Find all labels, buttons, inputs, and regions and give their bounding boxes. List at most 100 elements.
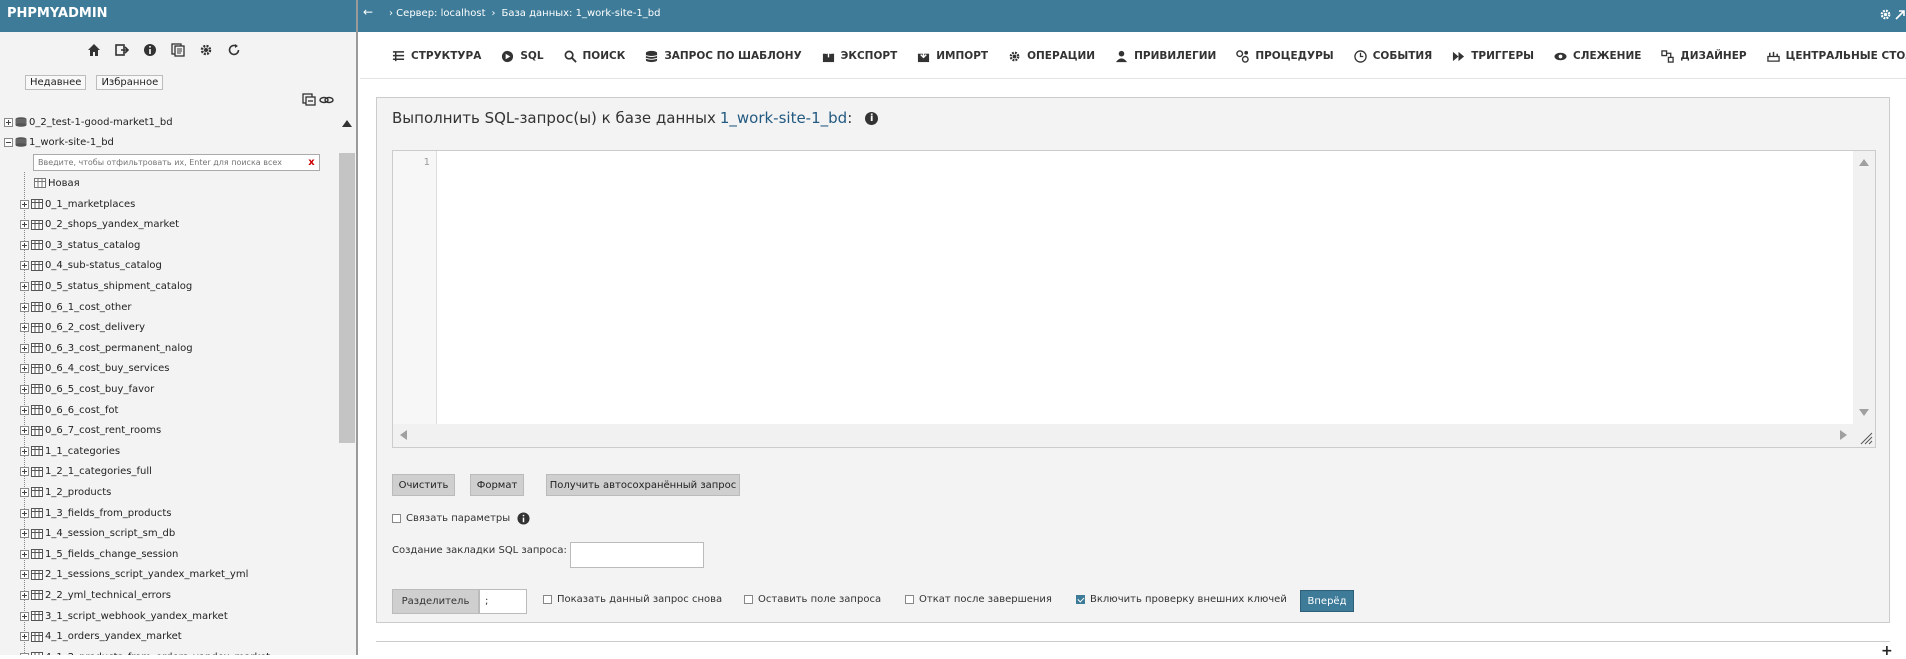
database-item[interactable]: 1_work-site-1_bd	[4, 133, 114, 151]
logout-icon[interactable]	[114, 42, 129, 57]
back-arrow-icon[interactable]: ←	[363, 5, 373, 19]
checkbox-box[interactable]	[543, 595, 552, 604]
scroll-down-icon[interactable]	[1859, 409, 1869, 416]
breadcrumb-server[interactable]: › Сервер: localhost	[389, 8, 486, 19]
scroll-up-icon[interactable]	[342, 120, 352, 127]
scroll-up-icon[interactable]	[1859, 159, 1869, 166]
bookmark-input[interactable]	[570, 542, 704, 568]
reload-icon[interactable]	[226, 42, 241, 57]
table-item[interactable]: 1_4_session_script_sm_db	[20, 525, 175, 543]
link-with-main-icon[interactable]	[319, 93, 334, 106]
logo[interactable]: PHPMYADMIN	[7, 6, 108, 21]
scroll-right-icon[interactable]	[1840, 430, 1847, 440]
show-query-again-checkbox[interactable]: Показать данный запрос снова	[543, 594, 722, 605]
table-item[interactable]: 0_6_5_cost_buy_favor	[20, 380, 154, 398]
expand-icon[interactable]	[20, 240, 29, 250]
expand-icon[interactable]	[20, 632, 29, 642]
bind-params-checkbox[interactable]: Связать параметры	[392, 512, 530, 525]
expand-icon[interactable]	[20, 220, 29, 230]
database-item[interactable]: 0_2_test-1-good-market1_bd	[4, 113, 173, 131]
get-autosaved-query-button[interactable]: Получить автосохранённый запрос	[546, 474, 740, 496]
collapse-topbar-icon[interactable]	[1894, 8, 1906, 21]
sql-editor[interactable]: 1	[392, 150, 1876, 448]
tab-routines[interactable]: ПРОЦЕДУРЫ	[1236, 49, 1334, 63]
breadcrumb-database[interactable]: База данных: 1_work-site-1_bd	[502, 8, 661, 19]
tab-operations[interactable]: ОПЕРАЦИИ	[1008, 50, 1095, 63]
rollback-checkbox[interactable]: Откат после завершения	[905, 594, 1052, 605]
expand-icon[interactable]	[20, 261, 29, 271]
clear-button[interactable]: Очистить	[392, 474, 455, 496]
expand-icon[interactable]	[20, 199, 29, 209]
tab-query[interactable]: ЗАПРОС ПО ШАБЛОНУ	[645, 50, 802, 63]
table-item[interactable]: 0_6_1_cost_other	[20, 298, 131, 316]
info-icon[interactable]	[142, 42, 157, 57]
table-item[interactable]: 1_2_1_categories_full	[20, 463, 152, 481]
table-item[interactable]: 0_5_status_shipment_catalog	[20, 277, 192, 295]
format-button[interactable]: Формат	[470, 474, 524, 496]
table-item[interactable]: 1_1_categories	[20, 442, 120, 460]
expand-icon[interactable]	[20, 343, 29, 353]
editor-vertical-scrollbar[interactable]	[1853, 151, 1875, 424]
tab-tracking[interactable]: СЛЕЖЕНИЕ	[1554, 50, 1641, 63]
table-item[interactable]: 0_3_status_catalog	[20, 236, 140, 254]
tab-import[interactable]: ИМПОРТ	[917, 50, 988, 63]
expand-icon[interactable]	[20, 570, 29, 580]
favorites-button[interactable]: Избранное	[96, 75, 164, 90]
expand-icon[interactable]	[20, 487, 29, 497]
table-item[interactable]: 0_6_7_cost_rent_rooms	[20, 422, 161, 440]
info-icon[interactable]: i	[865, 111, 879, 125]
table-item[interactable]: 0_6_4_cost_buy_services	[20, 360, 169, 378]
settings-icon[interactable]	[198, 42, 213, 57]
collapse-all-icon[interactable]	[302, 93, 316, 106]
table-item[interactable]: 4_1_2_products_from_orders_yandex_market	[20, 648, 270, 655]
table-item[interactable]: 0_6_2_cost_delivery	[20, 319, 145, 337]
expand-icon[interactable]	[20, 529, 29, 539]
filter-clear-button[interactable]: x	[304, 155, 319, 170]
new-table-item[interactable]: Новая	[34, 174, 80, 192]
expand-icon[interactable]	[20, 426, 29, 436]
expand-icon[interactable]	[20, 611, 29, 621]
tab-designer[interactable]: ДИЗАЙНЕР	[1661, 49, 1747, 63]
tab-search[interactable]: ПОИСК	[564, 50, 625, 63]
tab-privileges[interactable]: ПРИВИЛЕГИИ	[1115, 50, 1216, 63]
table-item[interactable]: 3_1_script_webhook_yandex_market	[20, 607, 228, 625]
checkbox-box-checked[interactable]	[1076, 595, 1085, 604]
tree-scroll-thumb[interactable]	[339, 153, 355, 443]
checkbox-box[interactable]	[905, 595, 914, 604]
editor-horizontal-scrollbar[interactable]	[393, 424, 1854, 447]
expand-icon[interactable]	[20, 302, 29, 312]
table-item[interactable]: 0_2_shops_yandex_market	[20, 216, 179, 234]
expand-icon[interactable]	[20, 364, 29, 374]
table-item[interactable]: 0_6_3_cost_permanent_nalog	[20, 339, 193, 357]
table-item[interactable]: 1_3_fields_from_products	[20, 504, 171, 522]
info-icon[interactable]	[517, 512, 530, 525]
tab-events[interactable]: СОБЫТИЯ	[1353, 49, 1432, 63]
table-item[interactable]: 0_4_sub-status_catalog	[20, 257, 162, 275]
expand-icon[interactable]	[20, 446, 29, 456]
plus-icon[interactable]: +	[1881, 643, 1893, 659]
expand-icon[interactable]	[20, 549, 29, 559]
expand-icon[interactable]	[20, 508, 29, 518]
editor-resize-handle[interactable]	[1853, 424, 1875, 447]
tab-central-columns[interactable]: ЦЕНТРАЛЬНЫЕ СТОЛБЦЫ	[1766, 50, 1906, 63]
docs-icon[interactable]	[170, 42, 185, 57]
expand-icon[interactable]	[4, 117, 13, 127]
scroll-left-icon[interactable]	[400, 430, 407, 440]
delimiter-input[interactable]: ;	[479, 589, 527, 614]
expand-icon[interactable]	[20, 323, 29, 333]
table-item[interactable]: 2_2_yml_technical_errors	[20, 586, 171, 604]
tab-export[interactable]: ЭКСПОРТ	[822, 49, 897, 63]
expand-icon[interactable]	[20, 405, 29, 415]
expand-icon[interactable]	[20, 467, 29, 477]
table-item[interactable]: 1_5_fields_change_session	[20, 545, 178, 563]
checkbox-box[interactable]	[744, 595, 753, 604]
go-button[interactable]: Вперёд	[1300, 590, 1354, 612]
fk-checks-checkbox[interactable]: Включить проверку внешних ключей	[1076, 594, 1287, 605]
collapse-icon[interactable]	[4, 137, 13, 147]
tab-triggers[interactable]: ТРИГГЕРЫ	[1452, 50, 1534, 63]
expand-icon[interactable]	[20, 384, 29, 394]
tab-structure[interactable]: СТРУКТУРА	[392, 50, 481, 63]
table-item[interactable]: 4_1_orders_yandex_market	[20, 628, 182, 646]
expand-icon[interactable]	[20, 281, 29, 291]
expand-icon[interactable]	[20, 590, 29, 600]
